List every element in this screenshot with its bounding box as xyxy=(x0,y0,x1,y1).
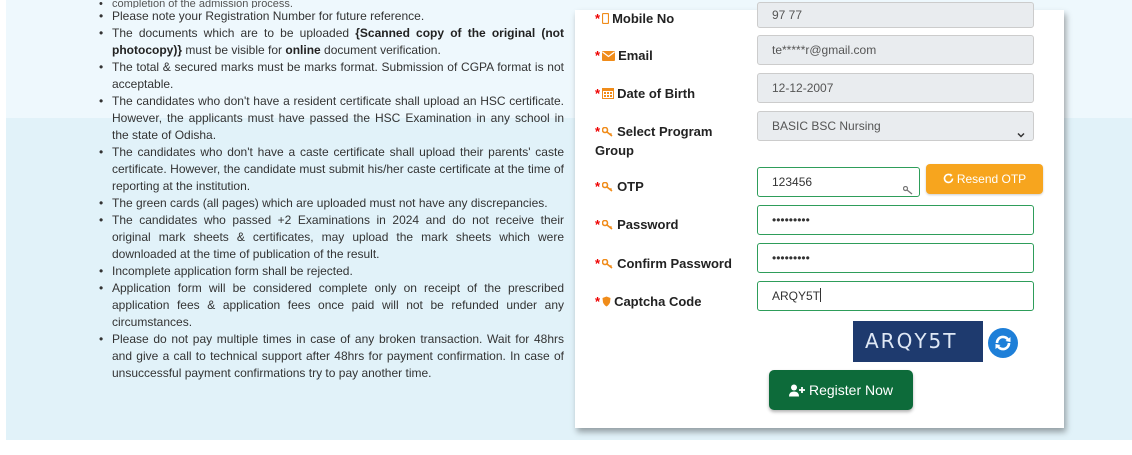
chevron-down-icon xyxy=(1017,121,1025,138)
list-item: The candidates who passed +2 Examination… xyxy=(98,212,564,263)
mobile-label: * Mobile No xyxy=(595,10,674,29)
email-field[interactable]: te*****r@gmail.com xyxy=(757,35,1034,65)
dob-label: * Date of Birth xyxy=(595,85,695,104)
key-icon xyxy=(902,177,913,205)
shield-icon xyxy=(602,294,611,312)
password-label: * Password xyxy=(595,216,678,235)
list-item: The documents which are to be uploaded {… xyxy=(98,25,564,59)
list-item: Incomplete application form shall be rej… xyxy=(98,263,564,280)
list-item: The green cards (all pages) which are up… xyxy=(98,195,564,212)
key-icon xyxy=(601,124,614,142)
text-cursor xyxy=(820,288,822,302)
confirm-password-input[interactable]: ••••••••• xyxy=(757,243,1034,273)
instructions-list: completion of the admission process. Ple… xyxy=(98,0,564,382)
page-edge xyxy=(0,0,6,455)
captcha-image: ARQY5T xyxy=(853,321,983,362)
email-label: * Email xyxy=(595,47,653,66)
refresh-icon xyxy=(988,335,1018,362)
key-icon xyxy=(601,217,614,235)
list-item: Please do not pay multiple times in case… xyxy=(98,331,564,382)
otp-label: * OTP xyxy=(595,178,644,197)
list-item: The total & secured marks must be marks … xyxy=(98,59,564,93)
user-plus-icon xyxy=(788,372,805,412)
key-icon xyxy=(601,256,614,274)
register-now-button[interactable]: Register Now xyxy=(769,370,913,410)
dob-field[interactable]: 12-12-2007 xyxy=(757,73,1034,103)
captcha-input[interactable]: ARQY5T xyxy=(757,281,1034,311)
program-label: * Select Program Group xyxy=(595,124,713,158)
otp-input[interactable]: 123456 xyxy=(757,167,920,197)
confirm-password-label: * Confirm Password xyxy=(595,255,732,274)
list-item: Please note your Registration Number for… xyxy=(98,8,564,25)
refresh-icon xyxy=(943,165,954,195)
mobile-field[interactable]: 97 77 xyxy=(757,2,1034,28)
password-input[interactable]: ••••••••• xyxy=(757,205,1034,235)
calendar-icon xyxy=(602,86,615,104)
list-item: Application form will be considered comp… xyxy=(98,280,564,331)
key-icon xyxy=(601,179,614,197)
list-item: The candidates who don't have a resident… xyxy=(98,93,564,144)
instructions-panel: completion of the admission process. Ple… xyxy=(98,0,564,382)
program-select[interactable]: BASIC BSC Nursing xyxy=(757,111,1034,141)
page-bottom-strip xyxy=(0,440,1132,455)
mobile-icon xyxy=(601,11,610,29)
resend-otp-button[interactable]: Resend OTP xyxy=(926,164,1043,194)
envelope-icon xyxy=(602,48,616,66)
list-item: completion of the admission process. xyxy=(98,0,564,8)
captcha-refresh-button[interactable] xyxy=(988,328,1018,358)
list-item: The candidates who don't have a caste ce… xyxy=(98,144,564,195)
captcha-label: * Captcha Code xyxy=(595,293,701,312)
registration-form-card: * Mobile No 97 77 * Email te*****r@gmail.c… xyxy=(575,2,1064,428)
